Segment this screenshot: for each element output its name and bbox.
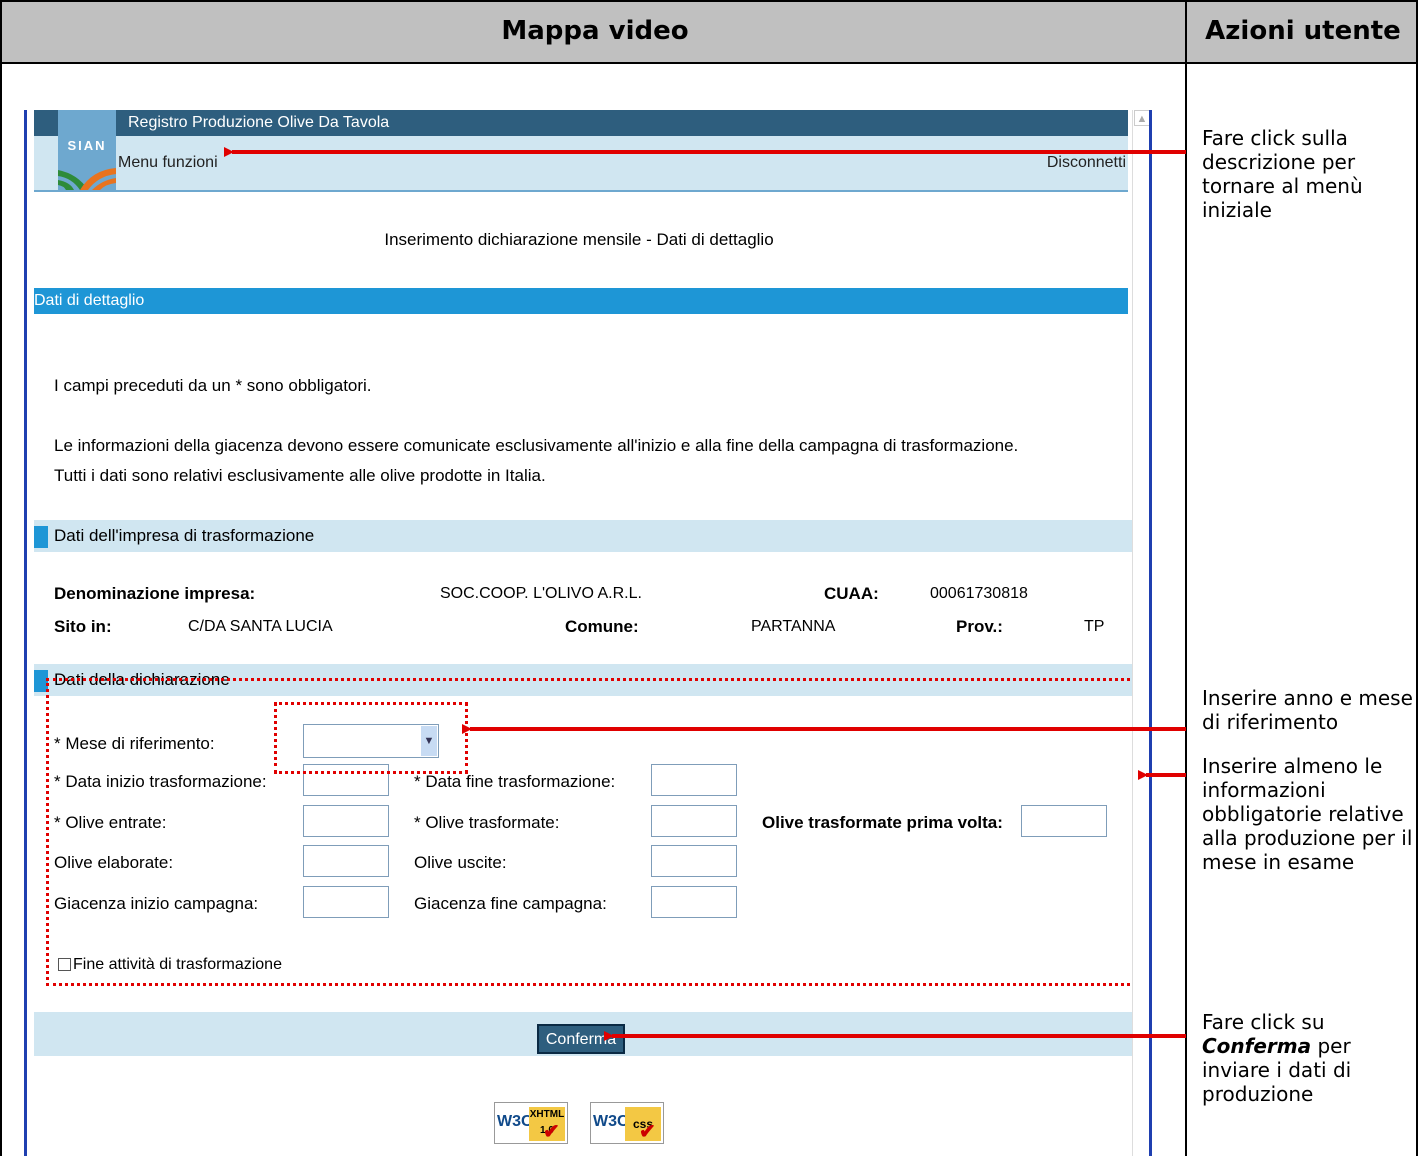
subheader-impresa: Dati dell'impresa di trasformazione [34,520,1132,552]
prov-value: TP [1084,618,1105,635]
conferma-button[interactable]: Conferma [537,1024,625,1054]
subheader-marker [34,526,48,548]
scroll-up-arrow-icon[interactable]: ▲ [1134,110,1150,126]
denominazione-value: SOC.COOP. L'OLIVO A.R.L. [440,585,642,602]
sito-value: C/DA SANTA LUCIA [188,618,333,635]
info-italia: Tutti i dati sono relativi esclusivament… [54,466,546,485]
app-title: Registro Produzione Olive Da Tavola [128,114,390,131]
w3c-xhtml-badge[interactable]: W3C XHTML 1.0 ✔ [494,1102,568,1144]
column-header-azioni-utente: Azioni utente [1205,16,1401,46]
note-obbligatorie: Inserire almeno le informazioni obbligat… [1202,754,1413,874]
comune-value: PARTANNA [751,618,836,635]
note-mese: Inserire anno e mese di riferimento [1202,686,1413,734]
cuaa-label: CUAA: [824,584,879,603]
w3c-logo-text: W3C [593,1113,629,1130]
document-table: Mappa video Azioni utente Fare click sul… [0,0,1418,1156]
subheader-impresa-title: Dati dell'impresa di trasformazione [54,526,315,545]
w3c-css-badge[interactable]: W3C css ✔ [590,1102,664,1144]
checkmark-icon: ✔ [639,1121,656,1143]
disconnetti-link[interactable]: Disconnetti [1047,154,1126,172]
annotation-box-dichiarazione [46,678,1142,986]
page-title: Inserimento dichiarazione mensile - Dati… [384,230,774,249]
required-fields-note: I campi preceduti da un * sono obbligato… [54,376,372,395]
annotation-box-mese [274,702,468,774]
note-menu: Fare click sulla descrizione per tornare… [1202,126,1363,222]
window-right-edge [1149,110,1152,1156]
menu-bar: Menu funzioni Disconnetti [34,136,1128,192]
table-border-middle [1185,0,1187,1156]
column-header-mappa-video: Mappa video [501,16,689,46]
window-left-edge [24,110,27,1156]
info-giacenza: Le informazioni della giacenza devono es… [54,436,1019,455]
sian-logo: SIAN [58,110,116,190]
menu-funzioni-link[interactable]: Menu funzioni [118,154,218,172]
app-title-bar: Registro Produzione Olive Da Tavola [34,110,1128,136]
section-bar-dati-dettaglio: Dati di dettaglio [34,288,1128,314]
note-conferma-pre: Fare click su [1202,1010,1325,1034]
denominazione-label: Denominazione impresa: [54,584,256,603]
comune-label: Comune: [565,617,639,636]
sian-logo-text: SIAN [67,138,107,153]
note-conferma: Fare click su Conferma per inviare i dat… [1202,1010,1414,1106]
checkmark-icon: ✔ [543,1121,560,1143]
app-screenshot: Registro Produzione Olive Da Tavola Menu… [24,110,1154,1156]
table-border-left [0,64,2,1156]
cuaa-value: 00061730818 [930,585,1028,602]
note-conferma-em: Conferma [1202,1034,1312,1058]
w3c-logo-text: W3C [497,1113,533,1130]
sito-label: Sito in: [54,617,112,636]
scrollbar[interactable]: ▲ [1132,110,1150,1156]
table-header: Mappa video Azioni utente [0,0,1418,64]
sian-logo-icon [58,168,116,190]
prov-label: Prov.: [956,617,1003,636]
